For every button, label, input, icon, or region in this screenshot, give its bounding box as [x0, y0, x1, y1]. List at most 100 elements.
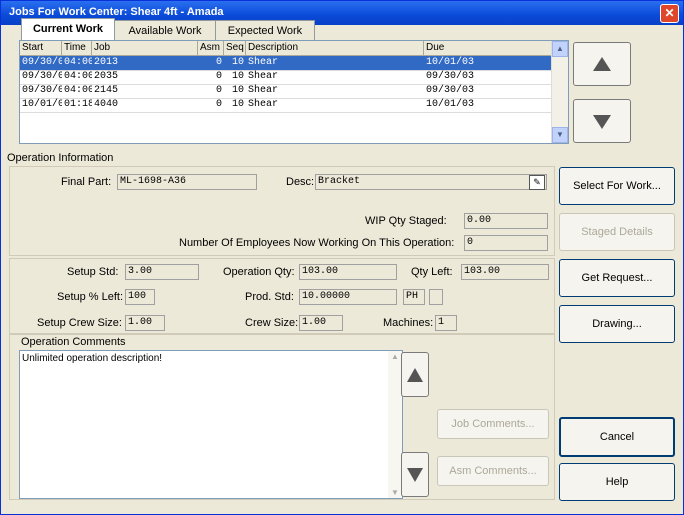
cell-due: 09/30/03 [426, 71, 475, 82]
cell-due: 10/01/03 [426, 57, 475, 68]
comments-down-button[interactable] [401, 452, 429, 497]
cell-asm: 0 [215, 85, 222, 96]
col-header-time[interactable]: Time [62, 41, 92, 55]
col-header-seq[interactable]: Seq [224, 41, 246, 55]
operation-qty-label: Operation Qty: [223, 266, 295, 278]
prod-std-extra-field[interactable] [429, 289, 443, 305]
operation-qty-field[interactable]: 103.00 [299, 264, 397, 280]
crew-size-field[interactable]: 1.00 [299, 315, 343, 331]
grid-header: Start Time Job Asm Seq Description Due [20, 41, 552, 56]
cell-seq: 10 [231, 99, 244, 110]
cell-time: 04:00 [64, 85, 92, 96]
cell-start: 09/30/03 [22, 57, 62, 68]
cell-time: 04:00 [64, 57, 92, 68]
cell-desc: Shear [248, 99, 279, 110]
grid-scrollbar[interactable]: ▲ ▼ [551, 41, 568, 143]
prod-std-unit-field[interactable]: PH [403, 289, 425, 305]
cell-job: 2145 [94, 85, 119, 96]
staged-details-button[interactable]: Staged Details [559, 213, 675, 251]
edit-note-icon[interactable]: ✎ [529, 175, 545, 190]
cell-time: 04:00 [64, 71, 92, 82]
comments-up-arrow-icon [407, 368, 423, 382]
cell-seq: 10 [231, 57, 244, 68]
final-part-label: Final Part: [61, 176, 112, 188]
col-header-asm[interactable]: Asm [198, 41, 224, 55]
cell-job: 2035 [94, 71, 119, 82]
setup-std-label: Setup Std: [67, 266, 119, 278]
select-for-work-button[interactable]: Select For Work... [559, 167, 675, 205]
tab-available-work[interactable]: Available Work [114, 20, 216, 40]
employees-working-field[interactable]: 0 [464, 235, 548, 251]
cell-start: 09/30/03 [22, 71, 62, 82]
col-header-due[interactable]: Due [424, 41, 552, 55]
close-button[interactable]: ✕ [660, 4, 679, 23]
work-grid[interactable]: Start Time Job Asm Seq Description Due 0… [19, 40, 569, 144]
cell-job: 4040 [94, 99, 119, 110]
comments-down-arrow-icon [407, 468, 423, 482]
qty-left-label: Qty Left: [411, 266, 453, 278]
operation-comments-label: Operation Comments [21, 336, 126, 348]
cell-start: 09/30/03 [22, 85, 62, 96]
operation-comments-textarea[interactable]: Unlimited operation description! ▲ ▼ [19, 350, 403, 499]
cell-due: 10/01/03 [426, 99, 475, 110]
cell-seq: 10 [231, 71, 244, 82]
machines-label: Machines: [383, 317, 434, 329]
comments-up-button[interactable] [401, 352, 429, 397]
scroll-down-arrow-icon[interactable]: ▼ [552, 127, 568, 143]
col-header-start[interactable]: Start [20, 41, 62, 55]
asm-comments-button[interactable]: Asm Comments... [437, 456, 549, 486]
table-row[interactable]: 09/30/0304:002145010Shear09/30/03 [20, 84, 552, 99]
col-header-description[interactable]: Description [246, 41, 424, 55]
tab-current-work[interactable]: Current Work [21, 18, 115, 40]
cell-seq: 10 [231, 85, 244, 96]
get-request-button[interactable]: Get Request... [559, 259, 675, 297]
cell-asm: 0 [215, 99, 222, 110]
col-header-job[interactable]: Job [92, 41, 198, 55]
setup-std-field[interactable]: 3.00 [125, 264, 199, 280]
cell-desc: Shear [248, 57, 279, 68]
down-arrow-icon [593, 115, 611, 129]
prod-std-label: Prod. Std: [245, 291, 294, 303]
machines-field[interactable]: 1 [435, 315, 457, 331]
help-button[interactable]: Help [559, 463, 675, 501]
move-down-button[interactable] [573, 99, 631, 143]
comments-scroll-up-icon[interactable]: ▲ [388, 352, 402, 361]
desc-label: Desc: [286, 176, 315, 188]
up-arrow-icon [593, 57, 611, 71]
final-part-field[interactable]: ML-1698-A36 [117, 174, 257, 190]
prod-std-field[interactable]: 10.00000 [299, 289, 397, 305]
cell-time: 01:18 [64, 99, 92, 110]
wip-qty-staged-field[interactable]: 0.00 [464, 213, 548, 229]
cell-asm: 0 [215, 71, 222, 82]
window-title: Jobs For Work Center: Shear 4ft - Amada [9, 6, 224, 18]
wip-qty-staged-label: WIP Qty Staged: [365, 215, 447, 227]
cell-due: 09/30/03 [426, 85, 475, 96]
cell-desc: Shear [248, 71, 279, 82]
setup-crew-size-label: Setup Crew Size: [37, 317, 122, 329]
cell-job: 2013 [94, 57, 119, 68]
operation-comments-text: Unlimited operation description! [22, 353, 163, 364]
job-comments-button[interactable]: Job Comments... [437, 409, 549, 439]
cell-asm: 0 [215, 57, 222, 68]
table-row[interactable]: 10/01/0301:184040010Shear10/01/03 [20, 98, 552, 113]
crew-size-label: Crew Size: [245, 317, 299, 329]
qty-left-field[interactable]: 103.00 [461, 264, 549, 280]
operation-information-label: Operation Information [7, 152, 114, 164]
cell-desc: Shear [248, 85, 279, 96]
comments-scrollbar[interactable]: ▲ ▼ [388, 351, 402, 498]
employees-working-label: Number Of Employees Now Working On This … [179, 237, 455, 249]
setup-pct-left-field[interactable]: 100 [125, 289, 155, 305]
desc-field[interactable]: Bracket [315, 174, 547, 190]
drawing-button[interactable]: Drawing... [559, 305, 675, 343]
move-up-button[interactable] [573, 42, 631, 86]
scroll-up-arrow-icon[interactable]: ▲ [552, 41, 568, 57]
setup-crew-size-field[interactable]: 1.00 [125, 315, 165, 331]
table-row[interactable]: 09/30/0304:002013 0 10 Shear 10/01/03 [20, 56, 552, 71]
setup-pct-left-label: Setup % Left: [57, 291, 124, 303]
cell-start: 10/01/03 [22, 99, 62, 110]
comments-scroll-down-icon[interactable]: ▼ [388, 488, 402, 497]
dialog-window: Jobs For Work Center: Shear 4ft - Amada … [0, 0, 684, 515]
table-row[interactable]: 09/30/0304:002035010Shear09/30/03 [20, 70, 552, 85]
tab-expected-work[interactable]: Expected Work [215, 20, 315, 40]
cancel-button[interactable]: Cancel [559, 417, 675, 457]
